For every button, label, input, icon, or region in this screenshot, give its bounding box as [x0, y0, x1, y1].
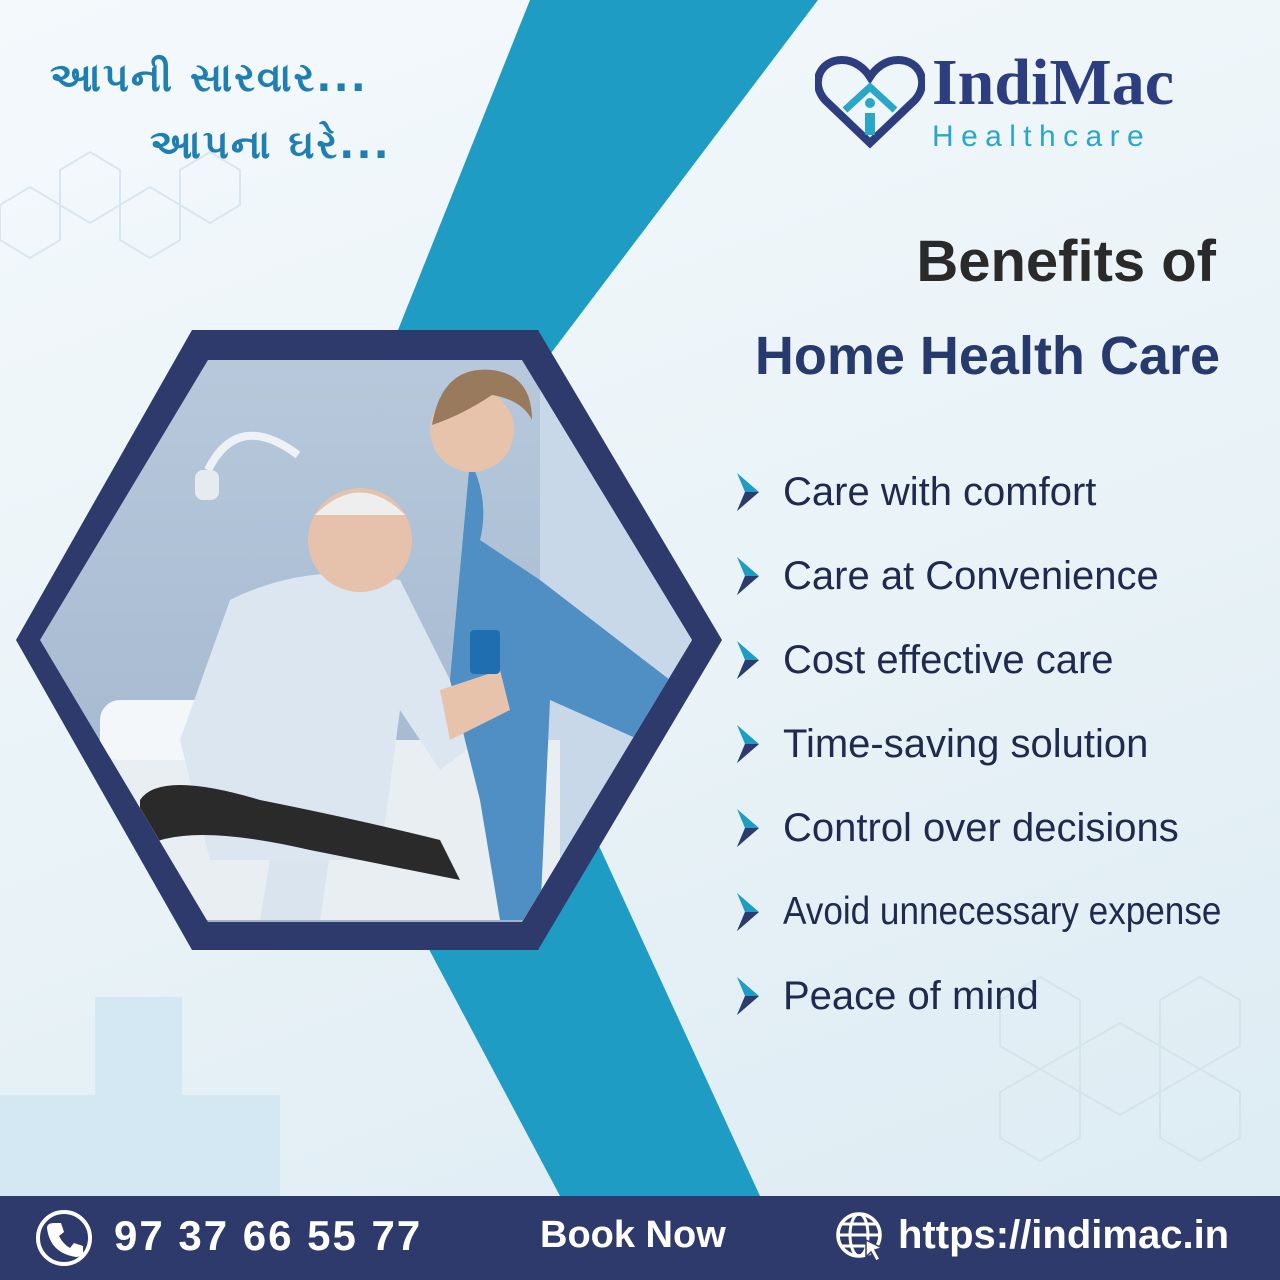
benefits-list: Care with comfort Care at Convenience Co…	[733, 450, 1270, 1038]
arrow-bullet-icon	[737, 977, 759, 1015]
benefit-label: Cost effective care	[783, 637, 1114, 682]
footer-bar: 97 37 66 55 77 Book Now https://indimac.…	[0, 1196, 1280, 1280]
globe-cursor-icon	[836, 1212, 885, 1262]
poster: આપની સારવાર... આપના ઘરે... IndiMac Healt…	[0, 0, 1280, 1280]
arrow-bullet-icon	[737, 725, 759, 763]
benefit-item: Care with comfort	[733, 450, 1270, 534]
benefit-label: Care at Convenience	[783, 553, 1159, 598]
brand-name: IndiMac	[932, 46, 1175, 119]
benefit-label: Control over decisions	[783, 805, 1179, 850]
nurse-helping-elderly-patient-photo	[40, 360, 692, 922]
benefit-item: Peace of mind	[733, 954, 1270, 1038]
benefit-label: Time-saving solution	[783, 721, 1149, 766]
heading-line-2: Home Health Care	[754, 326, 1220, 386]
benefit-label: Avoid unnecessary expense	[783, 890, 1222, 933]
website-link[interactable]: https://indimac.in	[898, 1213, 1229, 1258]
arrow-bullet-icon	[737, 641, 759, 679]
tagline-line-2: આપના ઘરે...	[150, 122, 391, 168]
arrow-bullet-icon	[737, 893, 759, 931]
tagline-line-1: આપની સારવાર...	[50, 55, 368, 101]
arrow-bullet-icon	[737, 473, 759, 511]
brand-subtitle: Healthcare	[932, 120, 1152, 153]
arrow-bullet-icon	[737, 809, 759, 847]
benefit-item: Cost effective care	[733, 618, 1270, 702]
benefit-label: Peace of mind	[783, 973, 1039, 1018]
phone-number[interactable]: 97 37 66 55 77	[114, 1212, 422, 1260]
benefit-item: Care at Convenience	[733, 534, 1270, 618]
phone-icon[interactable]	[34, 1208, 94, 1268]
benefit-item: Avoid unnecessary expense	[733, 870, 1270, 954]
book-now-button[interactable]: Book Now	[540, 1214, 726, 1257]
arrow-bullet-icon	[737, 557, 759, 595]
heading-line-1: Benefits of	[916, 229, 1216, 294]
heart-house-icon	[815, 55, 925, 149]
benefit-item: Control over decisions	[733, 786, 1270, 870]
benefit-item: Time-saving solution	[733, 702, 1270, 786]
benefit-label: Care with comfort	[783, 469, 1097, 514]
